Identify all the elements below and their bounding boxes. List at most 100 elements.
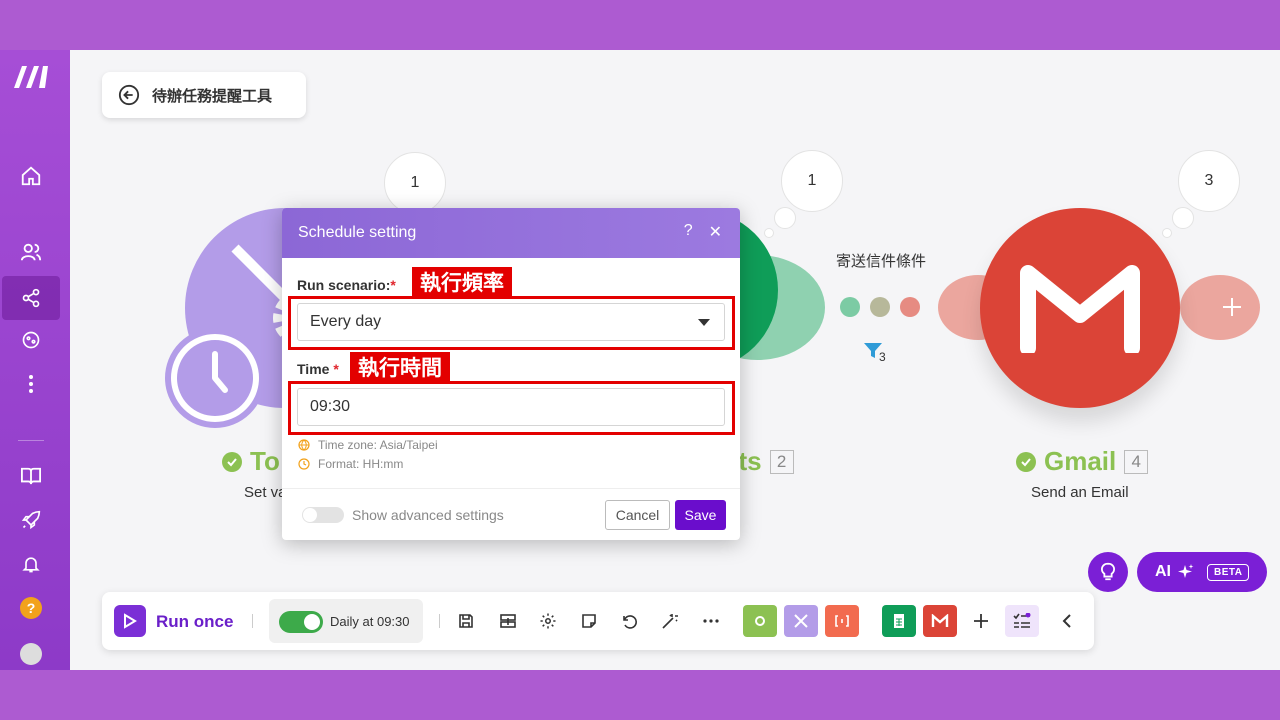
sheets-icon bbox=[894, 614, 904, 628]
gmail-node-sub: Send an Email bbox=[1031, 484, 1129, 501]
sheets-operation-bubble[interactable]: 1 bbox=[781, 150, 843, 212]
undo-icon[interactable] bbox=[617, 609, 641, 633]
rocket-icon[interactable] bbox=[15, 504, 47, 536]
run-once-label[interactable]: Run once bbox=[156, 612, 233, 632]
dialog-header: Schedule setting ? ✕ bbox=[282, 208, 740, 258]
advanced-settings-toggle[interactable] bbox=[302, 507, 344, 523]
scenario-title: 待辦任務提醒工具 bbox=[152, 87, 273, 105]
add-module-icon bbox=[1223, 298, 1241, 316]
make-logo[interactable] bbox=[12, 62, 52, 92]
run-scenario-value: Every day bbox=[310, 313, 382, 330]
gear-icon bbox=[755, 616, 765, 626]
settings-icon[interactable] bbox=[536, 609, 560, 633]
sheets-node-number: 2 bbox=[769, 449, 794, 474]
add-icon[interactable] bbox=[969, 609, 993, 633]
toolbar-divider bbox=[439, 614, 440, 628]
tools-node-label: To bbox=[222, 446, 280, 477]
schedule-toggle[interactable] bbox=[279, 611, 323, 633]
connections-icon[interactable] bbox=[15, 324, 47, 356]
help-icon[interactable]: ? bbox=[15, 592, 47, 624]
gmail-app-chip[interactable] bbox=[923, 605, 957, 637]
magic-wand-icon[interactable] bbox=[658, 609, 682, 633]
gmail-node-label: Gmail 4 bbox=[1016, 446, 1149, 477]
save-icon[interactable] bbox=[454, 609, 478, 633]
filter-label[interactable]: 寄送信件條件 bbox=[836, 250, 926, 271]
gmail-module[interactable] bbox=[980, 208, 1180, 408]
avatar[interactable] bbox=[15, 638, 47, 670]
check-icon bbox=[1016, 451, 1036, 472]
run-time-annotation: 執行時間 bbox=[350, 352, 450, 382]
save-button[interactable]: Save bbox=[675, 500, 726, 530]
book-icon[interactable] bbox=[15, 460, 47, 492]
bottom-toolbar: Run once Daily at 09:30 bbox=[102, 592, 1094, 650]
run-scenario-label: Run scenario:* bbox=[297, 277, 396, 293]
more-vertical-icon[interactable] bbox=[15, 368, 47, 400]
sparkle-icon bbox=[1178, 564, 1194, 578]
connector-dot bbox=[840, 297, 860, 317]
gmail-bubble-count: 3 bbox=[1204, 172, 1214, 189]
run-scenario-select[interactable]: Every day bbox=[297, 303, 725, 341]
time-field-label: Time * bbox=[297, 361, 339, 377]
team-icon[interactable] bbox=[15, 236, 47, 268]
bubble-tail bbox=[1162, 228, 1172, 238]
ai-button[interactable]: AI BETA bbox=[1137, 552, 1267, 592]
lightbulb-button[interactable] bbox=[1088, 552, 1128, 592]
checklist-button[interactable] bbox=[1005, 605, 1039, 637]
sheets-bubble-count: 1 bbox=[807, 172, 817, 189]
schedule-clock[interactable] bbox=[165, 328, 265, 428]
tools-node-sub: Set va bbox=[244, 484, 287, 501]
run-frequency-annotation: 執行頻率 bbox=[412, 267, 512, 297]
back-arrow-icon[interactable] bbox=[118, 84, 140, 106]
sidebar-divider bbox=[18, 440, 44, 441]
timezone-hint: Time zone: Asia/Taipei bbox=[298, 438, 438, 452]
gear-app-chip[interactable] bbox=[743, 605, 777, 637]
filter-icon[interactable]: 3 bbox=[863, 342, 899, 372]
bubble-tail bbox=[1172, 207, 1194, 229]
scenario-title-card[interactable]: 待辦任務提醒工具 bbox=[102, 72, 306, 118]
checklist-icon bbox=[1013, 613, 1031, 628]
dialog-help-icon[interactable]: ? bbox=[684, 222, 693, 242]
brackets-icon bbox=[835, 615, 849, 627]
gmail-node-number: 4 bbox=[1124, 449, 1149, 474]
scenarios-icon[interactable] bbox=[2, 276, 60, 320]
clock-icon bbox=[298, 458, 310, 470]
clock-icon bbox=[177, 340, 253, 416]
connector-dot bbox=[870, 297, 890, 317]
more-icon[interactable] bbox=[699, 609, 723, 633]
tools-app-chip[interactable] bbox=[784, 605, 818, 637]
sidebar: ? bbox=[0, 50, 70, 670]
bubble-tail bbox=[764, 228, 774, 238]
gmail-operation-bubble[interactable]: 3 bbox=[1178, 150, 1240, 212]
chevron-down-icon bbox=[698, 319, 710, 326]
notes-icon[interactable] bbox=[577, 609, 601, 633]
collapse-icon[interactable] bbox=[1055, 609, 1079, 633]
filter-count: 3 bbox=[879, 350, 886, 364]
text-parser-app-chip[interactable] bbox=[825, 605, 859, 637]
tools-icon bbox=[794, 614, 808, 628]
sheets-app-chip[interactable] bbox=[882, 605, 916, 637]
bubble-tail bbox=[774, 207, 796, 229]
align-icon[interactable] bbox=[496, 609, 520, 633]
cancel-button[interactable]: Cancel bbox=[605, 500, 670, 530]
beta-badge: BETA bbox=[1207, 563, 1250, 581]
lightbulb-icon bbox=[1100, 562, 1116, 581]
time-input[interactable]: 09:30 bbox=[297, 388, 725, 426]
dialog-title: Schedule setting bbox=[298, 224, 417, 241]
ai-label: AI bbox=[1155, 563, 1171, 580]
connector-dot bbox=[900, 297, 920, 317]
gmail-connector-right[interactable] bbox=[1180, 275, 1260, 340]
check-icon bbox=[222, 451, 242, 472]
schedule-control[interactable]: Daily at 09:30 bbox=[269, 599, 423, 643]
bell-icon[interactable] bbox=[15, 548, 47, 580]
tools-operation-bubble[interactable]: 1 bbox=[384, 152, 446, 214]
toolbar-divider bbox=[252, 614, 253, 628]
schedule-label[interactable]: Daily at 09:30 bbox=[330, 614, 410, 629]
scenario-canvas[interactable]: 待辦任務提醒工具 1 To Set va 1 ets 2 寄送信件條件 3 3 … bbox=[70, 50, 1280, 670]
run-once-button[interactable] bbox=[114, 605, 146, 637]
advanced-settings-label[interactable]: Show advanced settings bbox=[352, 507, 504, 523]
dialog-close-icon[interactable]: ✕ bbox=[709, 222, 722, 242]
home-icon[interactable] bbox=[15, 160, 47, 192]
tools-bubble-count: 1 bbox=[410, 174, 420, 191]
gmail-m-icon bbox=[1020, 265, 1140, 353]
schedule-setting-dialog: Schedule setting ? ✕ Run scenario:* 執行頻率… bbox=[282, 208, 740, 540]
